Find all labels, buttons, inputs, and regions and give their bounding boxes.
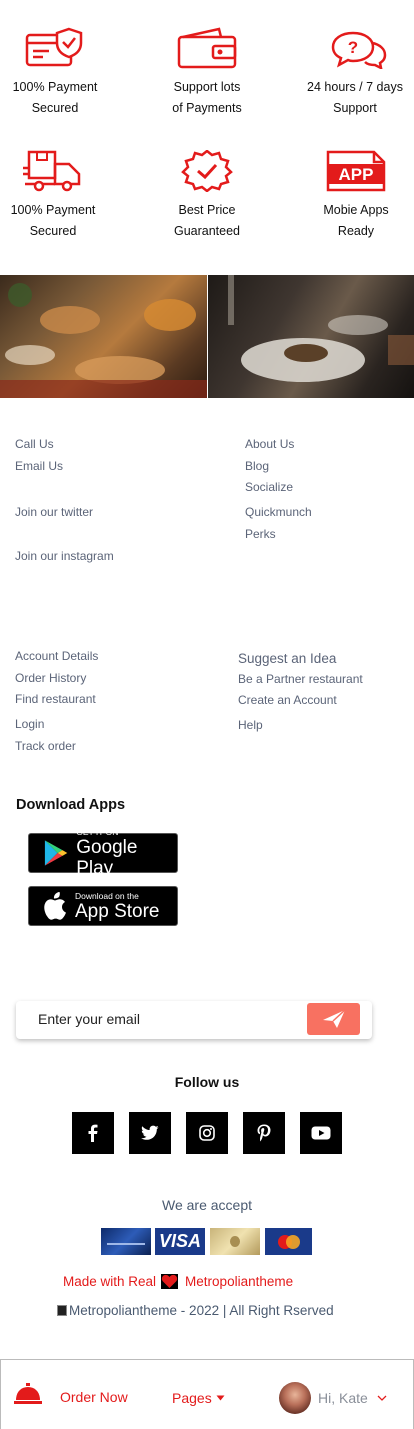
link-quickmunch[interactable]: Quickmunch <box>245 505 312 519</box>
card-1 <box>101 1228 151 1255</box>
paper-plane-icon <box>322 1009 346 1028</box>
link-be-partner[interactable]: Be a Partner restaurant <box>238 672 363 686</box>
greeting-text: Hi, Kate <box>318 1390 368 1406</box>
pages-label: Pages <box>172 1390 212 1406</box>
link-help[interactable]: Help <box>238 718 263 732</box>
made-with-brand-link[interactable]: Metropoliantheme <box>185 1274 293 1289</box>
link-account-details[interactable]: Account Details <box>15 649 98 663</box>
amex-gold-card <box>210 1228 260 1255</box>
we-accept-title: We are accept <box>161 1197 252 1213</box>
follow-us-title: Follow us <box>174 1074 240 1090</box>
service-bell-icon <box>14 1383 42 1404</box>
visa-text: VISA <box>158 1231 201 1251</box>
feature-label: Best Price Guaranteed <box>173 203 241 238</box>
order-now-button[interactable]: Order Now <box>60 1389 128 1405</box>
delivery-truck-icon <box>23 150 81 192</box>
feature-label: Mobie Apps Ready <box>323 203 389 238</box>
bottom-nav-bar: Order Now Pages Hi, Kate <box>0 1359 414 1429</box>
feature-label: 100% Payment Secured <box>10 203 96 238</box>
wallet-icon <box>177 27 237 69</box>
app-ready-icon: APP <box>326 150 386 192</box>
link-join-twitter[interactable]: Join our twitter <box>15 505 93 519</box>
buffet-photo <box>0 275 207 398</box>
link-call-us[interactable]: Call Us <box>15 437 54 451</box>
link-join-instagram[interactable]: Join our instagram <box>15 549 114 563</box>
feature-label: 100% Payment Secured <box>12 80 98 115</box>
app-store-big-text: App Store <box>75 900 160 922</box>
app-icon-text: APP <box>339 165 374 184</box>
feature-payment-secured: 100% Payment Secured <box>0 27 120 119</box>
support-chat-icon: ? <box>331 31 387 69</box>
twitter-icon <box>141 1125 159 1140</box>
twitter-button[interactable] <box>129 1112 171 1154</box>
link-about-us[interactable]: About Us <box>245 437 294 451</box>
download-apps-title: Download Apps <box>16 797 126 813</box>
chevron-down-icon <box>377 1395 387 1401</box>
instagram-button[interactable] <box>186 1112 228 1154</box>
features-section: 100% Payment Secured Support lots of Pay… <box>0 0 414 260</box>
link-email-us[interactable]: Email Us <box>15 459 63 473</box>
avatar[interactable] <box>279 1382 311 1414</box>
newsletter-form <box>16 1001 372 1039</box>
payment-secure-card-icon <box>25 27 83 67</box>
youtube-button[interactable] <box>300 1112 342 1154</box>
email-input[interactable] <box>38 1011 288 1027</box>
youtube-icon <box>311 1126 331 1140</box>
feature-mobile-apps: APP Mobie Apps Ready <box>291 150 414 242</box>
feature-support-247: ? 24 hours / 7 days Support <box>290 27 414 119</box>
pages-dropdown[interactable]: Pages <box>172 1390 225 1406</box>
heart-icon <box>161 1274 179 1289</box>
google-play-big-text: Google Play <box>76 837 138 879</box>
link-blog[interactable]: Blog <box>245 459 269 473</box>
link-perks[interactable]: Perks <box>245 527 276 541</box>
app-store-button[interactable]: Download on the App Store <box>28 886 178 926</box>
feature-support-payments: Support lots of Payments <box>142 27 272 119</box>
made-with-text: Made with Real <box>63 1274 157 1289</box>
link-order-history[interactable]: Order History <box>15 671 86 685</box>
facebook-button[interactable] <box>72 1112 114 1154</box>
google-play-button[interactable]: GET IT ON Google Play <box>28 827 178 879</box>
copyright-text: Metropoliantheme - 2022 | All Right Rser… <box>69 1303 334 1318</box>
facebook-icon <box>88 1124 98 1142</box>
user-menu[interactable]: Hi, Kate <box>318 1390 387 1406</box>
copyright-line: Metropoliantheme - 2022 | All Right Rser… <box>57 1303 334 1318</box>
best-price-badge-icon <box>181 150 233 192</box>
link-track-order[interactable]: Track order <box>15 739 76 753</box>
app-store-small-text: Download on the <box>75 890 139 901</box>
pinterest-icon <box>257 1124 271 1142</box>
google-play-icon <box>44 840 68 866</box>
svg-text:?: ? <box>348 38 358 57</box>
instagram-icon <box>199 1125 215 1141</box>
feature-best-price: Best Price Guaranteed <box>142 150 272 242</box>
send-button[interactable] <box>307 1003 360 1035</box>
caret-down-icon <box>216 1395 225 1401</box>
copyright-icon <box>57 1305 67 1316</box>
feature-label: Support lots of Payments <box>172 80 242 115</box>
link-login[interactable]: Login <box>15 717 44 731</box>
apple-icon <box>44 892 66 920</box>
link-find-restaurant[interactable]: Find restaurant <box>15 692 96 706</box>
plated-dish-photo <box>207 275 414 398</box>
visa-card: VISA <box>155 1228 205 1255</box>
google-play-small-text: GET IT ON <box>76 827 119 837</box>
food-photos <box>0 275 414 398</box>
feature-label: 24 hours / 7 days Support <box>307 80 403 115</box>
mastercard <box>265 1228 312 1255</box>
made-with-line: Made with Real Metropoliantheme <box>63 1274 293 1289</box>
link-create-account[interactable]: Create an Account <box>238 693 337 707</box>
link-socialize[interactable]: Socialize <box>245 480 293 494</box>
link-suggest-idea[interactable]: Suggest an Idea <box>238 651 336 666</box>
pinterest-button[interactable] <box>243 1112 285 1154</box>
feature-delivery: 100% Payment Secured <box>0 150 118 242</box>
